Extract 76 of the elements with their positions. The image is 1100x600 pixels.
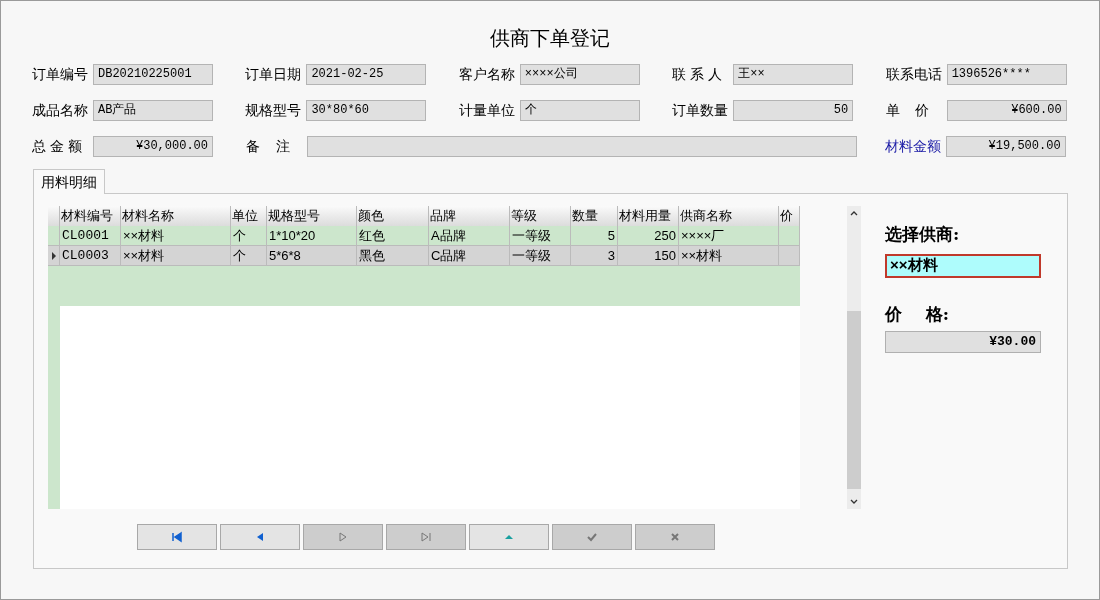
table-cell-text: 150 [654, 246, 676, 265]
table-cell-text: ××材料 [681, 246, 723, 265]
price-label: 价 格: [885, 302, 950, 326]
table-cell-text: CL0001 [62, 226, 109, 245]
column-header[interactable]: 规格型号 [267, 206, 357, 226]
text-field[interactable]: ××××公司 [519, 63, 640, 85]
table-cell-text: 1*10*20 [269, 226, 316, 245]
text-field[interactable]: 50 [733, 99, 854, 121]
text-field[interactable]: 个 [519, 99, 640, 121]
scroll-thumb[interactable] [847, 311, 861, 489]
column-header[interactable]: 数量 [571, 206, 618, 226]
grid-corner-header [48, 206, 60, 226]
navigator-button[interactable] [220, 524, 300, 550]
text-field[interactable]: 2021-02-25 [306, 63, 427, 85]
column-header[interactable]: 品牌 [429, 206, 510, 226]
field-label: 客户名称 [458, 64, 516, 84]
text-field[interactable]: 30*80*60 [306, 99, 427, 121]
table-cell-text: CL0003 [62, 246, 109, 265]
field-label: 计量单位 [458, 100, 516, 120]
text-field[interactable]: ¥600.00 [946, 99, 1067, 121]
scroll-down-icon[interactable] [850, 499, 858, 505]
table-cell-text: ××材料 [123, 226, 165, 245]
supplier-label: 选择供商: [885, 223, 961, 246]
table-row[interactable]: CL0001 ××材料 个 1*10*20 红色 A品牌 一等级 5 250 ××××厂 [48, 226, 800, 246]
table-row[interactable]: CL0003 ××材料 个 5*6*8 黑色 C品牌 一等级 3 150 ××材料 [48, 246, 800, 266]
column-header[interactable]: 颜色 [357, 206, 429, 226]
column-header[interactable]: 材料名称 [121, 206, 231, 226]
price-field: ¥30.00 [885, 331, 1041, 353]
column-header[interactable]: 材料编号 [60, 206, 121, 226]
field-label: 总 金 额 [32, 136, 83, 156]
table-cell-text: 红色 [359, 226, 385, 245]
navigator-button[interactable] [469, 524, 549, 550]
table-cell-text: 个 [233, 246, 246, 265]
text-field[interactable]: ¥30,000.00 [93, 135, 213, 157]
field-label: 规格型号 [245, 100, 303, 120]
field-label: 单 价 [885, 100, 931, 120]
text-field[interactable]: AB产品 [93, 99, 213, 121]
column-header[interactable]: 价 [779, 206, 800, 226]
field-label: 备 注 [246, 136, 291, 156]
table-cell-text: C品牌 [431, 246, 467, 265]
text-field[interactable]: ¥19,500.00 [945, 135, 1066, 157]
table-cell-text: 一等级 [512, 246, 551, 265]
text-field[interactable]: 1396526**** [946, 63, 1067, 85]
text-field[interactable] [307, 135, 858, 157]
scrollbar[interactable] [847, 206, 861, 509]
table-cell-text: ××材料 [123, 246, 165, 265]
field-label: 订单日期 [245, 64, 303, 84]
text-field[interactable]: 王×× [733, 63, 854, 85]
field-link[interactable]: 材料金额 [884, 135, 946, 157]
navigator-button[interactable] [137, 524, 217, 550]
scroll-up-icon[interactable] [850, 210, 858, 216]
table-cell-text: 250 [654, 226, 676, 245]
column-header[interactable]: 单位 [231, 206, 267, 226]
table-cell-text: 黑色 [359, 246, 385, 265]
tab[interactable]: 用料明细 [33, 169, 105, 194]
table-cell-text: 个 [233, 226, 246, 245]
first-record-icon [170, 530, 184, 544]
field-label: 成品名称 [32, 100, 89, 120]
field-label: 订单数量 [672, 100, 730, 120]
text-field[interactable]: DB20210225001 [93, 63, 213, 85]
field-label: 订单编号 [32, 64, 89, 84]
row-pointer-icon [51, 251, 56, 260]
table-cell-text: 5 [607, 226, 615, 245]
column-header[interactable]: 等级 [510, 206, 571, 226]
column-header[interactable]: 材料用量 [618, 206, 679, 226]
table-cell-text: ××××厂 [681, 226, 725, 245]
field-label: 联 系 人 [672, 64, 723, 84]
window-title: 供商下单登记 [490, 26, 610, 51]
table-cell-text: A品牌 [431, 226, 466, 245]
last-record-icon [419, 530, 433, 544]
table-cell-text: 一等级 [512, 226, 551, 245]
column-header[interactable]: 供商名称 [679, 206, 779, 226]
table-cell-text: 5*6*8 [269, 246, 301, 265]
table-cell-text: 3 [607, 246, 615, 265]
supplier-field[interactable]: ××材料 [885, 253, 1041, 278]
field-label: 联系电话 [885, 64, 943, 84]
